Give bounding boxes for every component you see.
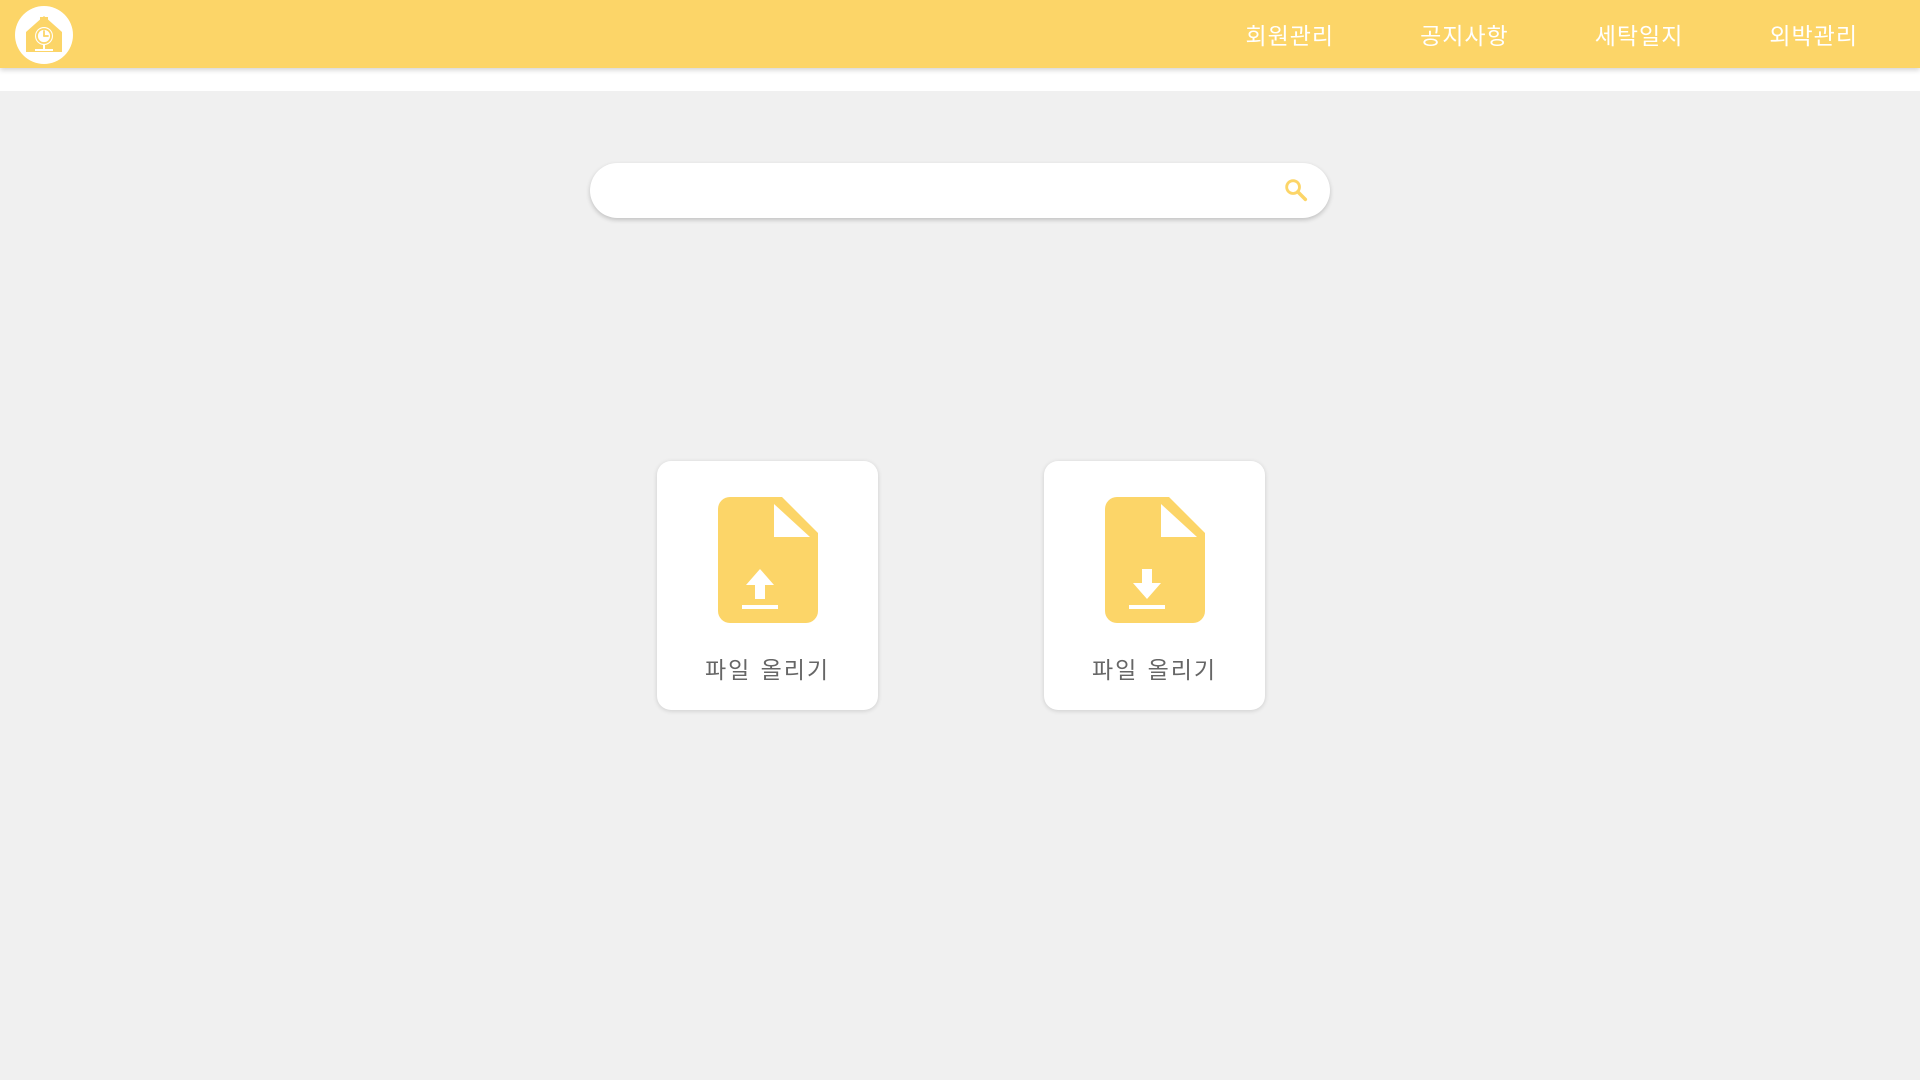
house-clock-icon [26, 16, 62, 52]
header-divider-strip [0, 68, 1920, 91]
nav-item-overnight-management[interactable]: 외박관리 [1769, 17, 1858, 51]
search-input[interactable] [614, 163, 1254, 218]
top-navbar: 회원관리 공지사항 세탁일지 외박관리 [0, 0, 1920, 68]
file-download-card[interactable]: 파일 올리기 [1044, 461, 1265, 710]
card-label: 파일 올리기 [704, 658, 831, 684]
search-bar [590, 163, 1330, 218]
file-upload-icon [717, 497, 818, 623]
nav-item-member-management[interactable]: 회원관리 [1245, 17, 1334, 51]
file-upload-card[interactable]: 파일 올리기 [657, 461, 878, 710]
nav-item-laundry-log[interactable]: 세탁일지 [1595, 17, 1684, 51]
search-icon[interactable] [1282, 176, 1310, 204]
file-download-icon [1104, 497, 1205, 623]
home-logo-button[interactable] [15, 6, 73, 64]
card-label: 파일 올리기 [1091, 658, 1218, 684]
main-nav: 회원관리 공지사항 세탁일지 외박관리 [1159, 0, 1858, 68]
nav-item-notices[interactable]: 공지사항 [1420, 17, 1509, 51]
